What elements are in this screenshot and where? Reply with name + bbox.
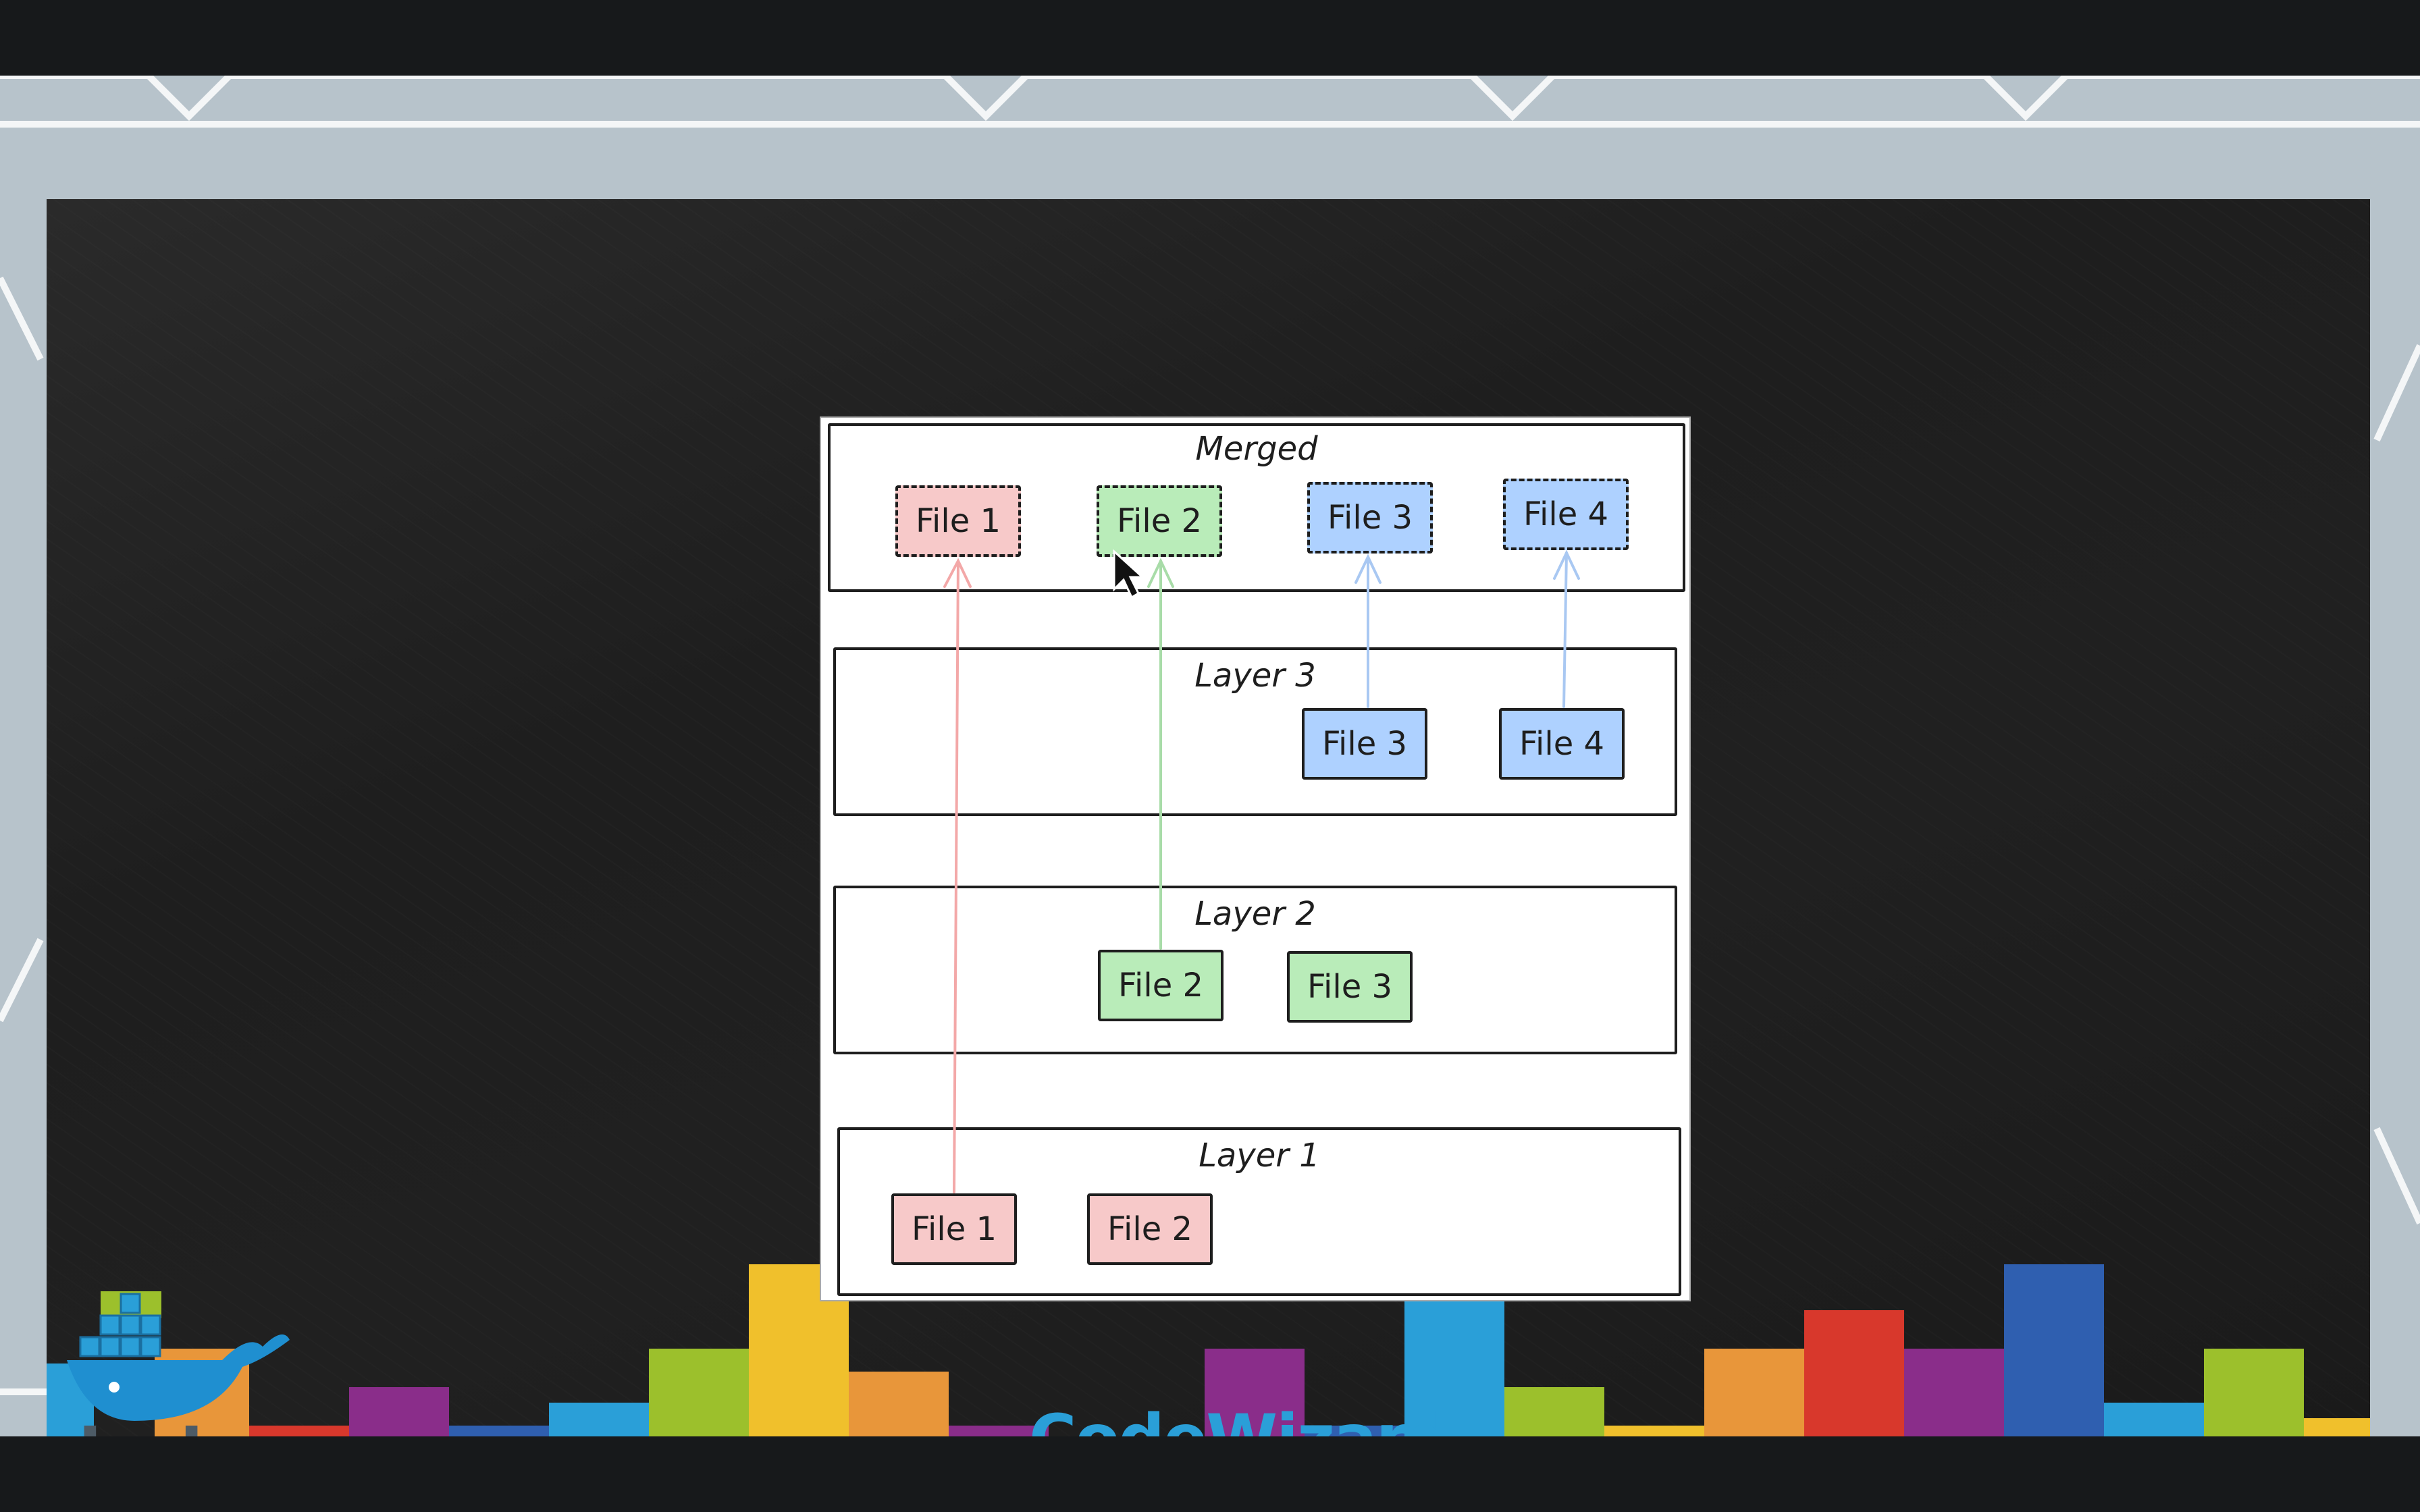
docker-wordmark: docker	[53, 1414, 297, 1436]
codewizard-wordmark: CodeWizard	[1029, 1401, 1453, 1436]
layer-arrows	[943, 549, 1580, 1193]
docker-layers-diagram: Merged File 1 File 2 File 3 File 4 Layer…	[820, 416, 1691, 1301]
arrow-file-2	[1147, 558, 1174, 950]
arrow-file-1	[943, 558, 972, 1193]
arrow-file-3	[1354, 554, 1382, 708]
slide-frame: docker CodeWizard 9 Merged File 1 File 2…	[0, 76, 2420, 1436]
bottom-letterbox	[0, 1436, 2420, 1512]
arrow-file-4	[1553, 549, 1580, 708]
mouse-cursor-icon	[1113, 549, 1145, 599]
top-letterbox	[0, 0, 2420, 76]
slide-canvas: docker CodeWizard 9 Merged File 1 File 2…	[47, 199, 2370, 1436]
